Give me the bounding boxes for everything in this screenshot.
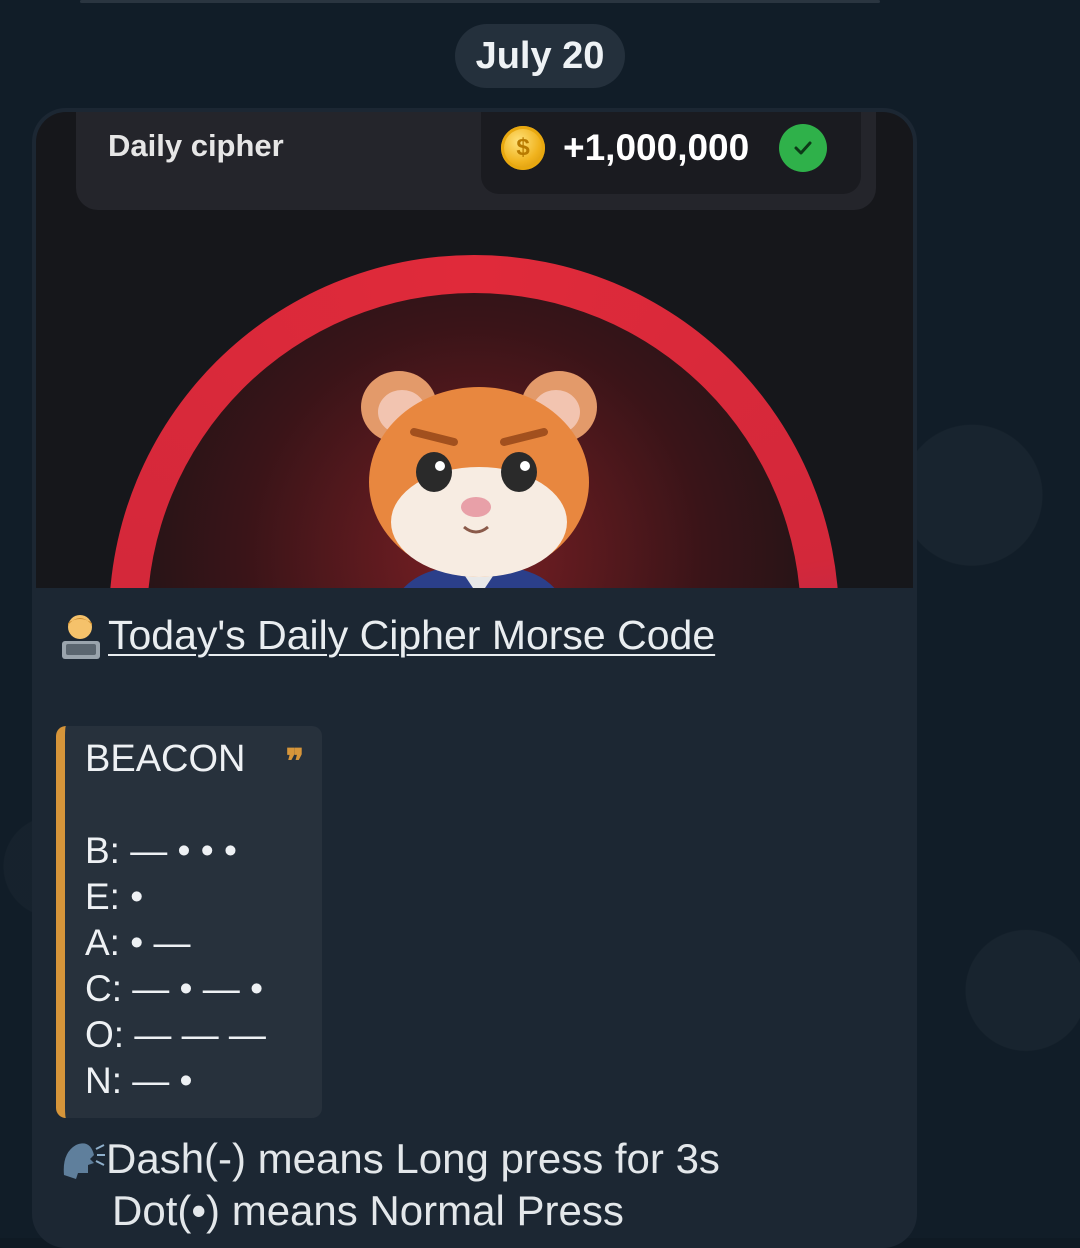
quote-word: BEACON xyxy=(85,738,246,780)
note-line-2: Dot(•) means Normal Press xyxy=(112,1187,624,1234)
quote-block[interactable]: BEACON ❞ B: — • • • E: • A: • — C: — • —… xyxy=(56,726,322,1118)
date-separator: July 20 xyxy=(455,24,625,88)
check-icon xyxy=(779,124,828,172)
morse-line: N: — • xyxy=(85,1060,193,1101)
morse-line: A: • — xyxy=(85,922,191,963)
message-image[interactable]: Daily cipher $ +1,000,000 xyxy=(36,112,913,588)
reward-amount: +1,000,000 xyxy=(563,127,750,168)
title-row[interactable]: Today's Daily Cipher Morse Code xyxy=(60,612,715,659)
morse-line: E: • xyxy=(85,876,144,917)
morse-line: C: — • — • xyxy=(85,968,264,1009)
reward-box: $ +1,000,000 xyxy=(481,112,861,194)
press-instructions: Dash(-) means Long press for 3s Dot(•) m… xyxy=(60,1133,900,1237)
morse-list: B: — • • • E: • A: • — C: — • — • O: — —… xyxy=(85,828,266,1104)
previous-message-edge xyxy=(80,0,880,3)
coin-icon: $ xyxy=(501,126,545,170)
daily-cipher-banner: Daily cipher $ +1,000,000 xyxy=(76,112,876,210)
hacker-emoji-icon xyxy=(60,613,104,659)
note-line-1: Dash(-) means Long press for 3s xyxy=(106,1135,720,1182)
speaking-head-icon xyxy=(60,1139,106,1179)
morse-line: B: — • • • xyxy=(85,830,237,871)
hamster-mascot-image xyxy=(361,371,597,588)
message-bubble[interactable]: Daily cipher $ +1,000,000 Today's Daily … xyxy=(32,108,917,1248)
title-link[interactable]: Today's Daily Cipher Morse Code xyxy=(108,612,715,659)
quote-icon: ❞ xyxy=(285,742,304,782)
morse-line: O: — — — xyxy=(85,1014,266,1055)
daily-cipher-label: Daily cipher xyxy=(108,128,284,163)
